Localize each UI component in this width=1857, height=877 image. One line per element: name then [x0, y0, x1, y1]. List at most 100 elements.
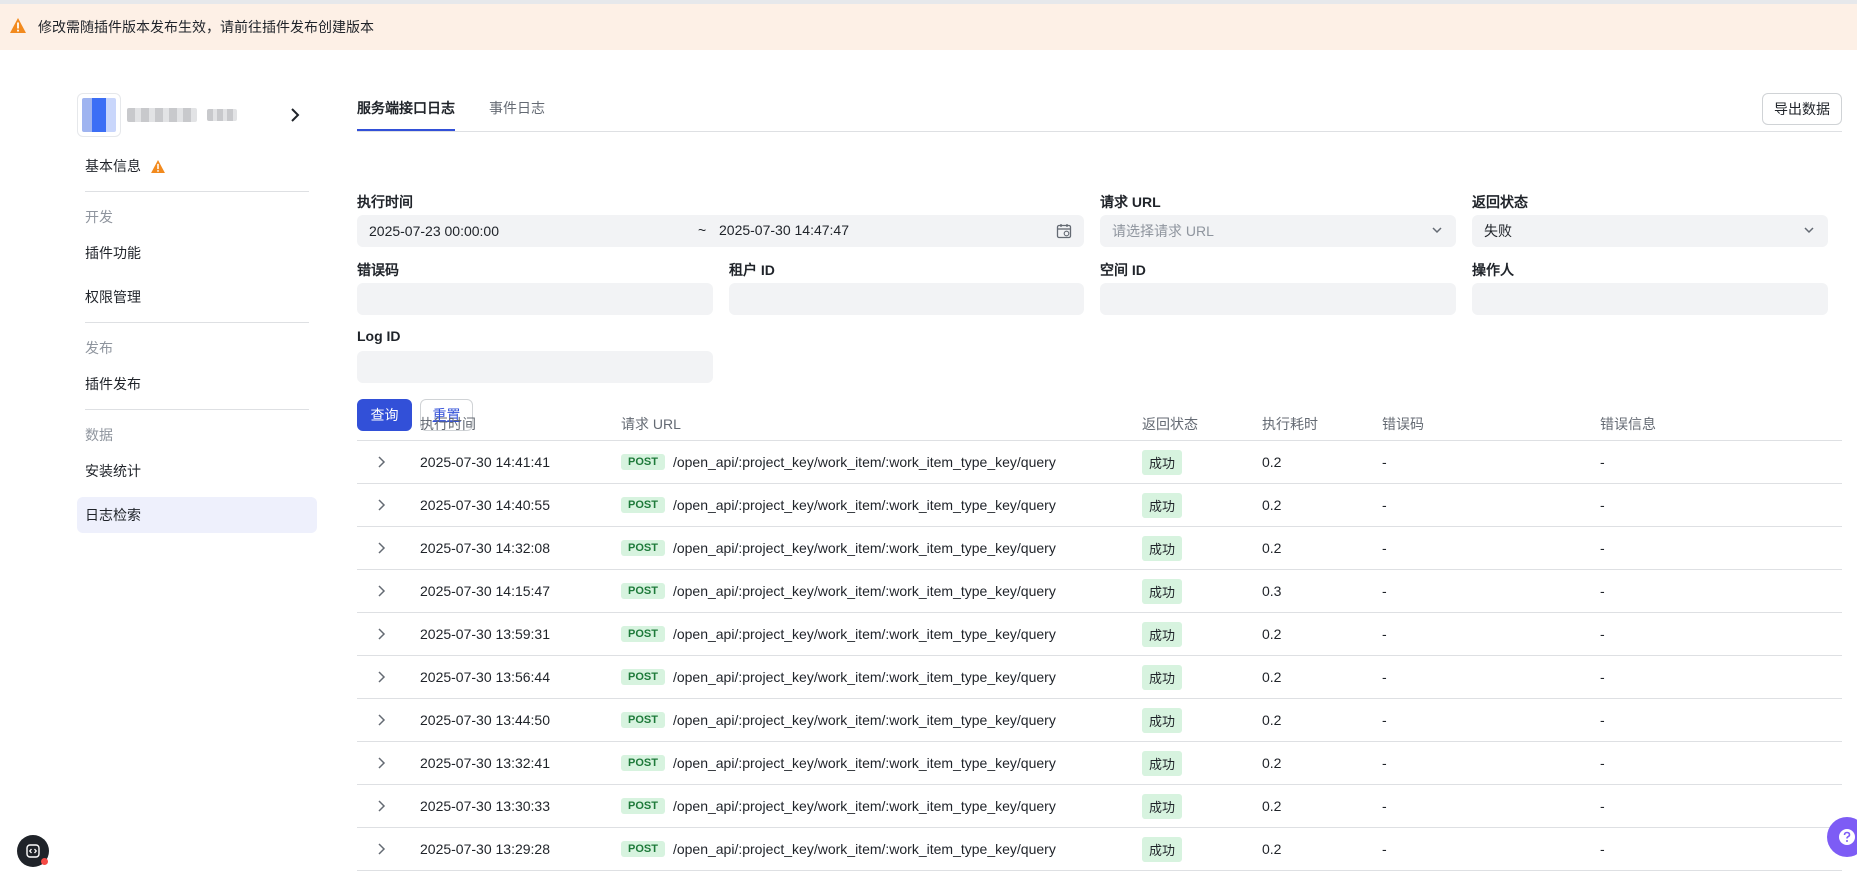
- url-text: /open_api/:project_key/work_item/:work_i…: [672, 712, 1056, 728]
- header-status: 返回状态: [1142, 416, 1198, 432]
- url-text: /open_api/:project_key/work_item/:work_i…: [672, 497, 1056, 513]
- sidebar-group-publish: 发布: [85, 340, 113, 356]
- chevron-right-icon[interactable]: [369, 670, 393, 684]
- log-id-input[interactable]: [357, 351, 713, 383]
- range-separator: ~: [698, 222, 707, 238]
- cell-duration: 0.2: [1262, 841, 1282, 857]
- cell-error-msg: -: [1600, 669, 1605, 685]
- cell-exec-time: 2025-07-30 14:15:47: [420, 583, 550, 599]
- table-row[interactable]: 2025-07-30 14:41:41 POST /open_api/:proj…: [357, 441, 1842, 484]
- table-row[interactable]: 2025-07-30 13:32:41 POST /open_api/:proj…: [357, 742, 1842, 785]
- chevron-right-icon[interactable]: [369, 842, 393, 856]
- plugin-header[interactable]: [77, 90, 317, 140]
- space-id-label: 空间 ID: [1100, 262, 1146, 278]
- method-badge: POST: [621, 798, 665, 814]
- return-status-select[interactable]: 失败: [1472, 215, 1828, 247]
- status-badge: 成功: [1142, 621, 1183, 647]
- table-row[interactable]: 2025-07-30 14:32:08 POST /open_api/:proj…: [357, 527, 1842, 570]
- sidebar-item-basic-info[interactable]: 基本信息: [77, 148, 317, 184]
- cell-exec-time: 2025-07-30 13:32:41: [420, 755, 550, 771]
- request-url-select[interactable]: 请选择请求 URL: [1100, 215, 1456, 247]
- chevron-right-icon[interactable]: [369, 498, 393, 512]
- cell-request-url: POST /open_api/:project_key/work_item/:w…: [621, 755, 1056, 771]
- plugin-name-blurred-2: [207, 109, 237, 121]
- cell-error-code: -: [1382, 798, 1387, 814]
- chevron-right-icon[interactable]: [369, 541, 393, 555]
- cell-error-msg: -: [1600, 712, 1605, 728]
- chevron-right-icon[interactable]: [369, 756, 393, 770]
- table-row[interactable]: 2025-07-30 13:29:28 POST /open_api/:proj…: [357, 828, 1842, 871]
- table-row[interactable]: 2025-07-30 14:40:55 POST /open_api/:proj…: [357, 484, 1842, 527]
- cell-exec-time: 2025-07-30 13:30:33: [420, 798, 550, 814]
- sidebar-item-log-search[interactable]: 日志检索: [77, 497, 317, 533]
- operator-input[interactable]: [1472, 283, 1828, 315]
- cell-request-url: POST /open_api/:project_key/work_item/:w…: [621, 583, 1056, 599]
- table-row[interactable]: 2025-07-30 13:59:31 POST /open_api/:proj…: [357, 613, 1842, 656]
- cell-request-url: POST /open_api/:project_key/work_item/:w…: [621, 497, 1056, 513]
- url-text: /open_api/:project_key/work_item/:work_i…: [672, 454, 1056, 470]
- chevron-down-icon: [1430, 223, 1444, 237]
- method-badge: POST: [621, 497, 665, 513]
- sidebar-item-permission[interactable]: 权限管理: [77, 279, 317, 315]
- cell-status: 成功: [1142, 707, 1183, 733]
- cell-request-url: POST /open_api/:project_key/work_item/:w…: [621, 712, 1056, 728]
- chevron-right-icon[interactable]: [283, 103, 307, 127]
- table-row[interactable]: 2025-07-30 13:44:50 POST /open_api/:proj…: [357, 699, 1842, 742]
- table-row[interactable]: 2025-07-30 14:15:47 POST /open_api/:proj…: [357, 570, 1842, 613]
- chevron-right-icon[interactable]: [369, 799, 393, 813]
- table-row[interactable]: 2025-07-30 13:30:33 POST /open_api/:proj…: [357, 785, 1842, 828]
- status-badge: 成功: [1142, 492, 1183, 518]
- chevron-down-icon: [1802, 223, 1816, 237]
- status-badge: 成功: [1142, 836, 1183, 862]
- calendar-icon[interactable]: [1056, 223, 1072, 239]
- sidebar-item-plugin-function[interactable]: 插件功能: [77, 235, 317, 271]
- cell-duration: 0.2: [1262, 712, 1282, 728]
- url-text: /open_api/:project_key/work_item/:work_i…: [672, 583, 1056, 599]
- chevron-right-icon[interactable]: [369, 584, 393, 598]
- tab-server-log[interactable]: 服务端接口日志: [357, 90, 455, 131]
- cell-exec-time: 2025-07-30 14:40:55: [420, 497, 550, 513]
- cell-duration: 0.2: [1262, 497, 1282, 513]
- warning-icon: [151, 159, 165, 173]
- request-url-placeholder: 请选择请求 URL: [1112, 223, 1214, 239]
- error-code-label: 错误码: [357, 262, 399, 278]
- plugin-name-blurred: [127, 108, 197, 122]
- chevron-right-icon[interactable]: [369, 455, 393, 469]
- header-error-code: 错误码: [1382, 416, 1424, 432]
- log-id-label: Log ID: [357, 328, 401, 344]
- cell-request-url: POST /open_api/:project_key/work_item/:w…: [621, 626, 1056, 642]
- log-table: 执行时间 请求 URL 返回状态 执行耗时 错误码 错误信息 2025-07-3…: [357, 408, 1842, 871]
- cell-status: 成功: [1142, 578, 1183, 604]
- cell-error-code: -: [1382, 583, 1387, 599]
- exec-time-range-picker[interactable]: 2025-07-23 00:00:00 ~ 2025-07-30 14:47:4…: [357, 215, 1084, 247]
- cell-error-msg: -: [1600, 755, 1605, 771]
- url-text: /open_api/:project_key/work_item/:work_i…: [672, 798, 1056, 814]
- end-time-value: 2025-07-30 14:47:47: [719, 222, 849, 238]
- sidebar-group-dev: 开发: [85, 209, 113, 225]
- status-badge: 成功: [1142, 793, 1183, 819]
- cell-request-url: POST /open_api/:project_key/work_item/:w…: [621, 798, 1056, 814]
- return-status-value: 失败: [1484, 223, 1512, 239]
- url-text: /open_api/:project_key/work_item/:work_i…: [672, 669, 1056, 685]
- sidebar-item-install-stats[interactable]: 安装统计: [77, 453, 317, 489]
- chevron-right-icon[interactable]: [369, 627, 393, 641]
- sidebar-item-plugin-publish[interactable]: 插件发布: [77, 366, 317, 402]
- url-text: /open_api/:project_key/work_item/:work_i…: [672, 626, 1056, 642]
- request-url-label: 请求 URL: [1100, 194, 1161, 210]
- chevron-right-icon[interactable]: [369, 713, 393, 727]
- notice-banner: 修改需随插件版本发布生效，请前往插件发布创建版本: [0, 4, 1857, 50]
- cell-error-msg: -: [1600, 798, 1605, 814]
- cell-error-code: -: [1382, 755, 1387, 771]
- tenant-id-input[interactable]: [729, 283, 1084, 315]
- banner-text: 修改需随插件版本发布生效，请前往插件发布创建版本: [38, 19, 374, 35]
- table-row[interactable]: 2025-07-30 13:56:44 POST /open_api/:proj…: [357, 656, 1842, 699]
- code-icon[interactable]: [17, 835, 49, 867]
- export-button[interactable]: 导出数据: [1762, 93, 1842, 125]
- method-badge: POST: [621, 583, 665, 599]
- tab-event-log[interactable]: 事件日志: [489, 90, 545, 131]
- operator-label: 操作人: [1472, 262, 1514, 278]
- cell-status: 成功: [1142, 793, 1183, 819]
- cell-duration: 0.3: [1262, 583, 1282, 599]
- space-id-input[interactable]: [1100, 283, 1456, 315]
- error-code-input[interactable]: [357, 283, 713, 315]
